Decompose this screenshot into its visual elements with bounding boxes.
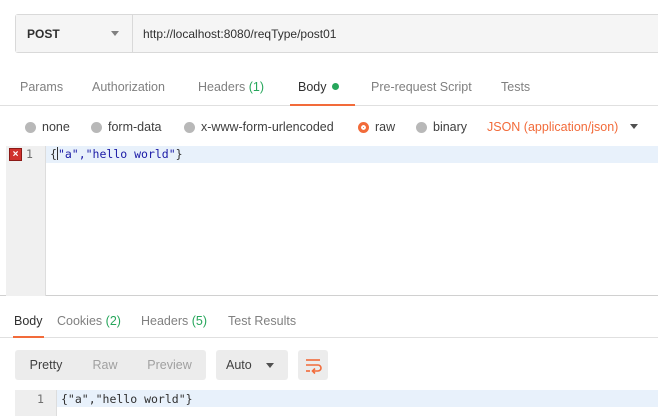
preview-button[interactable]: Preview [133,350,206,380]
code-content: "a","hello world" [57,147,176,161]
radio-circle-icon [416,121,427,133]
response-tabs: Body Cookies (2) Headers (5) Test Result… [0,306,658,338]
tab-prerequest-label: Pre-request Script [371,80,472,94]
response-tab-test-results-label: Test Results [228,314,297,328]
raw-button[interactable]: Raw [77,350,133,380]
response-tab-test-results[interactable]: Test Results [228,306,296,338]
content-type-dropdown[interactable]: JSON (application/json) [487,120,618,134]
request-bar: POST http://localhost:8080/reqType/post0… [15,14,658,53]
wrap-lines-icon [306,359,322,375]
view-mode-toggle: Pretty Raw Preview [15,350,206,380]
error-x-icon[interactable]: × [9,148,22,161]
response-tab-headers[interactable]: Headers (5) [141,306,207,338]
caret-down-icon [266,363,274,368]
response-tab-cookies-count: (2) [105,314,121,328]
radio-form-data[interactable]: form-data [91,120,162,134]
editor-gutter [6,146,46,296]
response-code-line: {"a","hello world"} [61,392,193,406]
pretty-label: Pretty [29,358,63,372]
radio-circle-icon [184,121,195,133]
preview-label: Preview [147,358,192,372]
tab-params-label: Params [20,80,64,94]
modified-dot-icon [331,83,339,90]
radio-none[interactable]: none [25,120,70,134]
raw-label: Raw [92,358,118,372]
url-input[interactable]: http://localhost:8080/reqType/post01 [133,15,658,52]
caret-down-icon[interactable] [630,124,638,129]
pretty-button[interactable]: Pretty [15,350,77,380]
tab-tests[interactable]: Tests [501,70,530,106]
radio-circle-icon [25,121,36,133]
method-label: POST [27,26,60,41]
response-tab-body[interactable]: Body [13,306,44,338]
radio-binary-label: binary [433,120,468,134]
url-text: http://localhost:8080/reqType/post01 [143,26,337,41]
method-select[interactable]: POST [16,15,133,52]
response-line-number: 1 [37,392,44,406]
response-body-viewer[interactable]: 1 {"a","hello world"} [15,390,658,416]
response-tab-headers-label: Headers [141,314,189,328]
radio-none-label: none [42,120,70,134]
caret-down-icon [111,31,119,36]
tab-headers-count: (1) [248,80,265,94]
response-gutter [15,390,57,416]
tab-headers[interactable]: Headers (1) [198,70,264,106]
request-tabs: Params Authorization Headers (1) Body Pr… [0,70,658,106]
code-brace-close: } [175,147,183,161]
tab-prerequest-script[interactable]: Pre-request Script [371,70,472,106]
response-tab-cookies[interactable]: Cookies (2) [57,306,121,338]
tab-authorization[interactable]: Authorization [92,70,165,106]
tab-params[interactable]: Params [20,70,63,106]
format-label: Auto [226,358,252,372]
format-dropdown[interactable]: Auto [216,350,288,380]
request-body-editor[interactable]: × 1 {"a","hello world"} [0,146,658,296]
tab-body[interactable]: Body [290,70,355,106]
response-tab-cookies-label: Cookies [57,314,103,328]
radio-binary[interactable]: binary [416,120,467,134]
radio-form-data-label: form-data [108,120,162,134]
code-line: {"a","hello world"} [50,147,183,161]
line-number: 1 [26,147,33,161]
response-tab-headers-count: (5) [191,314,208,328]
tab-headers-label: Headers [198,80,246,94]
radio-selected-icon [358,121,369,133]
radio-raw[interactable]: raw [358,120,395,134]
radio-raw-label: raw [375,120,396,134]
tab-body-label: Body [298,80,327,94]
code-brace-open: { [50,147,57,161]
radio-urlencoded-label: x-www-form-urlencoded [201,120,334,134]
radio-urlencoded[interactable]: x-www-form-urlencoded [184,120,334,134]
response-tab-body-label: Body [14,314,43,328]
content-type-label: JSON (application/json) [487,120,619,134]
radio-circle-icon [91,121,102,133]
body-type-selector: none form-data x-www-form-urlencoded raw… [0,113,658,141]
wrap-lines-button[interactable] [298,350,328,380]
tab-tests-label: Tests [501,80,531,94]
tab-authorization-label: Authorization [92,80,165,94]
